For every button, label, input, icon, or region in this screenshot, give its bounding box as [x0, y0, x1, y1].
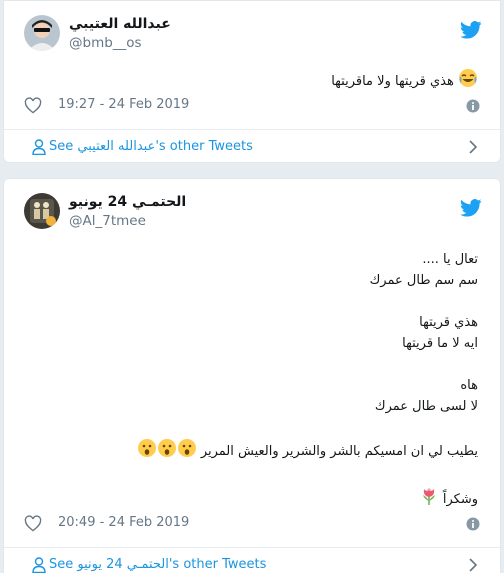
heart-icon[interactable] — [24, 97, 42, 114]
person-icon — [32, 557, 46, 573]
see-prefix: See — [49, 557, 78, 572]
tweet-line: وشكراً — [442, 492, 478, 507]
author-handle[interactable]: @bmb__os — [69, 35, 142, 51]
tweet-line: هذي قريتها — [419, 315, 478, 330]
tweet-meta: 20:49 - 24 Feb 2019 — [24, 514, 480, 534]
tweet-line: ايه لا ما قريتها — [402, 336, 478, 351]
tweet-text: تعال يا .... سم سم طال عمرك هذي قريتها ا… — [137, 249, 478, 513]
timestamp-link[interactable]: 20:49 - 24 Feb 2019 — [58, 515, 189, 530]
chevron-right-icon[interactable] — [468, 140, 478, 154]
hushed-face-emoji-icon — [137, 438, 157, 465]
twitter-bird-icon[interactable] — [460, 199, 482, 217]
tweet-text: هذي قريتها ولا ماقريتها — [331, 68, 478, 95]
hushed-face-emoji-icon — [177, 438, 197, 465]
joy-emoji-icon — [458, 68, 478, 95]
see-author-name: عبدالله العتيبي — [77, 139, 156, 154]
author-name[interactable]: عبدالله العتيبي — [69, 16, 171, 32]
hushed-face-emoji-icon — [157, 438, 177, 465]
tweet-meta: 19:27 - 24 Feb 2019 — [24, 96, 480, 116]
timestamp-link[interactable]: 19:27 - 24 Feb 2019 — [58, 97, 189, 112]
author-name[interactable]: الحتمـي 24 يونيو — [69, 194, 186, 210]
info-icon[interactable] — [466, 99, 480, 113]
tweet-card-1: عبدالله العتيبي @bmb__os هذي قريتها ولا … — [3, 0, 501, 163]
heart-icon[interactable] — [24, 515, 42, 532]
see-prefix: See — [49, 139, 78, 154]
tweet-line: تعال يا .... — [422, 252, 478, 267]
tweet-line: سم سم طال عمرك — [369, 273, 478, 288]
tweet-card-2: الحتمـي 24 يونيو @Al_7tmee تعال يا .... … — [3, 178, 501, 573]
tweet-line: هاه — [460, 378, 478, 393]
see-suffix: 's other Tweets — [155, 139, 253, 154]
twitter-bird-icon[interactable] — [460, 21, 482, 39]
tweet-line: يطيب لي ان امسيكم بالشر والشرير والعيش ا… — [200, 444, 478, 459]
tweet-header: عبدالله العتيبي @bmb__os — [24, 15, 464, 55]
tweet-line-with-emoji: وشكراً — [137, 486, 478, 513]
tulip-emoji-icon — [419, 486, 439, 513]
see-other-tweets-link[interactable]: See الحتمـي 24 يونيو's other Tweets — [49, 557, 266, 572]
see-author-name: الحتمـي 24 يونيو — [77, 557, 169, 572]
tweet-line-with-emoji: يطيب لي ان امسيكم بالشر والشرير والعيش ا… — [137, 438, 478, 465]
see-other-tweets-link[interactable]: See عبدالله العتيبي's other Tweets — [49, 139, 253, 154]
avatar[interactable] — [24, 15, 60, 51]
see-other-tweets-row[interactable]: See عبدالله العتيبي's other Tweets — [4, 130, 500, 162]
info-icon[interactable] — [466, 517, 480, 531]
person-icon — [32, 139, 46, 155]
author-handle[interactable]: @Al_7tmee — [69, 213, 146, 229]
see-suffix: 's other Tweets — [168, 557, 267, 572]
tweet-header: الحتمـي 24 يونيو @Al_7tmee — [24, 193, 464, 233]
see-other-tweets-row[interactable]: See الحتمـي 24 يونيو's other Tweets — [4, 548, 500, 573]
avatar[interactable] — [24, 193, 60, 229]
tweet-line: هذي قريتها ولا ماقريتها — [331, 74, 454, 89]
tweet-line: لا لسى طال عمرك — [374, 399, 478, 414]
chevron-right-icon[interactable] — [468, 558, 478, 572]
